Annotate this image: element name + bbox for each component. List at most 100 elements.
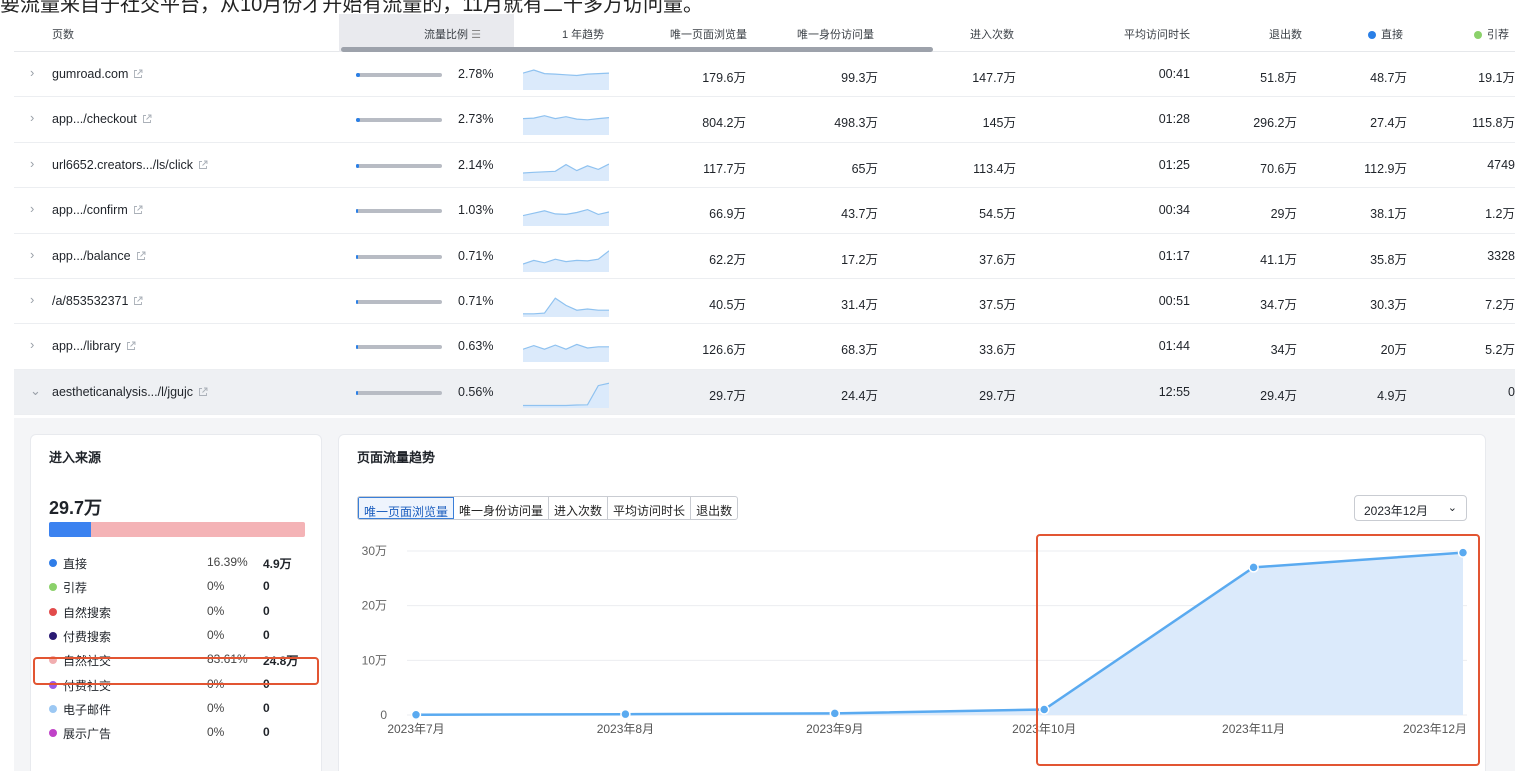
external-link-icon[interactable]: [133, 69, 143, 79]
page-name[interactable]: /a/853532371: [52, 294, 128, 308]
chevron-right-icon[interactable]: ›: [30, 156, 34, 171]
traffic-share-bar: [356, 163, 442, 168]
trend-sparkline: [523, 297, 609, 317]
source-value: 0: [263, 627, 270, 642]
col-referral[interactable]: 引荐: [1474, 26, 1509, 42]
col-trend[interactable]: 1 年趋势: [562, 26, 604, 42]
cell-avg-duration: 01:17: [1158, 248, 1190, 263]
external-link-icon[interactable]: [133, 296, 143, 306]
page-name[interactable]: app.../checkout: [52, 112, 137, 126]
external-link-icon[interactable]: [198, 387, 208, 397]
chevron-down-icon: ⌄: [1447, 502, 1457, 514]
table-row[interactable]: › url6652.creators.../ls/click 2.14% 117.7万…: [14, 143, 1515, 189]
chevron-down-icon[interactable]: ⌄: [30, 383, 41, 399]
external-link-icon[interactable]: [142, 114, 152, 124]
col-avg-duration[interactable]: 平均访问时长: [1124, 26, 1190, 42]
page-name[interactable]: url6652.creators.../ls/click: [52, 158, 193, 172]
page-name[interactable]: gumroad.com: [52, 67, 128, 81]
source-label: 付费搜索: [63, 629, 112, 644]
cell-referral: 19.1万: [1478, 71, 1515, 85]
source-value: 0: [263, 700, 270, 715]
page-link[interactable]: app.../confirm: [52, 203, 143, 217]
external-link-icon[interactable]: [133, 205, 143, 215]
page-link[interactable]: gumroad.com: [52, 67, 143, 81]
page-name[interactable]: app.../library: [52, 339, 121, 353]
y-tick-label: 20万: [362, 599, 387, 613]
col-unique-pageviews[interactable]: 唯一页面浏览量: [670, 26, 747, 42]
source-percent: 0%: [207, 725, 225, 740]
external-link-icon[interactable]: [136, 251, 146, 261]
direct-dot-icon: [1368, 31, 1376, 39]
page-name[interactable]: app.../confirm: [52, 203, 128, 217]
table-row[interactable]: ⌄ aestheticanalysis.../l/jgujc 0.56% 29.7万 2…: [14, 369, 1515, 416]
chevron-right-icon[interactable]: ›: [30, 247, 34, 262]
tab-metric[interactable]: 退出数: [691, 497, 737, 519]
page-link[interactable]: app.../balance: [52, 249, 146, 263]
cell-unique-visitors: 498.3万: [834, 116, 878, 131]
traffic-share-fill: [356, 345, 358, 350]
page-name[interactable]: app.../balance: [52, 249, 131, 263]
traffic-share-value: 0.71%: [458, 248, 494, 263]
traffic-share-value: 2.14%: [458, 157, 494, 172]
month-select[interactable]: 2023年12月 ⌄: [1354, 495, 1467, 521]
traffic-share-fill: [356, 73, 360, 77]
chevron-right-icon[interactable]: ›: [30, 201, 34, 216]
col-exits[interactable]: 退出数: [1269, 26, 1302, 42]
page-link[interactable]: app.../library: [52, 339, 136, 353]
tab-metric[interactable]: 进入次数: [549, 497, 609, 519]
tab-metric[interactable]: 平均访问时长: [608, 497, 692, 519]
page-name[interactable]: aestheticanalysis.../l/jgujc: [52, 385, 193, 399]
source-label: 电子邮件: [63, 702, 112, 717]
source-percent: 16.39%: [207, 555, 248, 569]
source-dot-icon: [49, 631, 57, 640]
cell-entrances: 54.5万: [979, 207, 1016, 222]
cell-unique-visitors: 31.4万: [841, 297, 878, 312]
chevron-right-icon[interactable]: ›: [30, 292, 34, 307]
cell-unique-pageviews: 62.2万: [709, 252, 746, 267]
page-link[interactable]: url6652.creators.../ls/click: [52, 158, 208, 172]
traffic-share-bar: [356, 345, 442, 350]
page-link[interactable]: aestheticanalysis.../l/jgujc: [52, 385, 208, 399]
cell-exits: 41.1万: [1260, 252, 1297, 267]
cell-unique-visitors: 17.2万: [841, 252, 878, 267]
cell-entrances: 113.4万: [973, 161, 1016, 176]
data-point[interactable]: [410, 709, 422, 720]
external-link-icon[interactable]: [198, 160, 208, 170]
cell-exits: 34.7万: [1260, 297, 1297, 312]
cell-unique-pageviews: 40.5万: [709, 297, 746, 312]
cell-entrances: 33.6万: [979, 343, 1016, 358]
data-point[interactable]: [620, 708, 631, 720]
col-unique-visitors[interactable]: 唯一身份访问量: [797, 26, 874, 42]
tab-metric[interactable]: 唯一页面浏览量: [358, 497, 455, 519]
col-entrances[interactable]: 进入次数: [970, 26, 1014, 42]
table-row[interactable]: › /a/853532371 0.71% 40.5万 31.4万 37.5万 00:51 34…: [14, 279, 1515, 325]
table-row[interactable]: › app.../balance 0.71% 62.2万 17.2万 37.6万 01:17…: [14, 234, 1515, 279]
table-row[interactable]: › app.../confirm 1.03% 66.9万 43.7万 54.5万 00:34…: [14, 188, 1515, 234]
source-label: 直接: [63, 557, 88, 571]
trend-title: 页面流量趋势: [357, 450, 436, 465]
cell-entrances: 145万: [982, 116, 1016, 131]
table-row[interactable]: › app.../library 0.63% 126.6万 68.3万 33.6万 01:4…: [14, 324, 1515, 370]
chevron-right-icon[interactable]: ›: [30, 110, 34, 125]
tab-metric[interactable]: 唯一身份访问量: [454, 497, 550, 519]
sort-icon[interactable]: ☰: [471, 29, 481, 41]
data-point[interactable]: [829, 708, 841, 719]
col-traffic-share[interactable]: 流量比例 ☰: [424, 26, 481, 42]
table-row[interactable]: › gumroad.com 2.78% 179.6万 99.3万 147.7万 00:41 5…: [14, 52, 1515, 98]
share-segment-organic-social: [90, 522, 305, 537]
chevron-right-icon[interactable]: ›: [30, 337, 34, 352]
cell-unique-visitors: 68.3万: [841, 343, 878, 358]
trend-sparkline: [523, 163, 609, 181]
trend-sparkline: [523, 382, 609, 408]
external-link-icon[interactable]: [126, 341, 136, 351]
cell-direct: 112.9万: [1364, 161, 1407, 176]
cell-direct: 38.1万: [1370, 207, 1407, 222]
trend-sparkline: [523, 115, 609, 136]
page-link[interactable]: /a/853532371: [52, 294, 143, 308]
chevron-right-icon[interactable]: ›: [30, 65, 34, 80]
table-row[interactable]: › app.../checkout 2.73% 804.2万 498.3万 145万 01:…: [14, 97, 1515, 143]
page-link[interactable]: app.../checkout: [52, 112, 152, 126]
col-page[interactable]: 页数: [52, 26, 74, 42]
trend-sparkline: [523, 209, 609, 227]
col-direct[interactable]: 直接: [1368, 26, 1403, 42]
